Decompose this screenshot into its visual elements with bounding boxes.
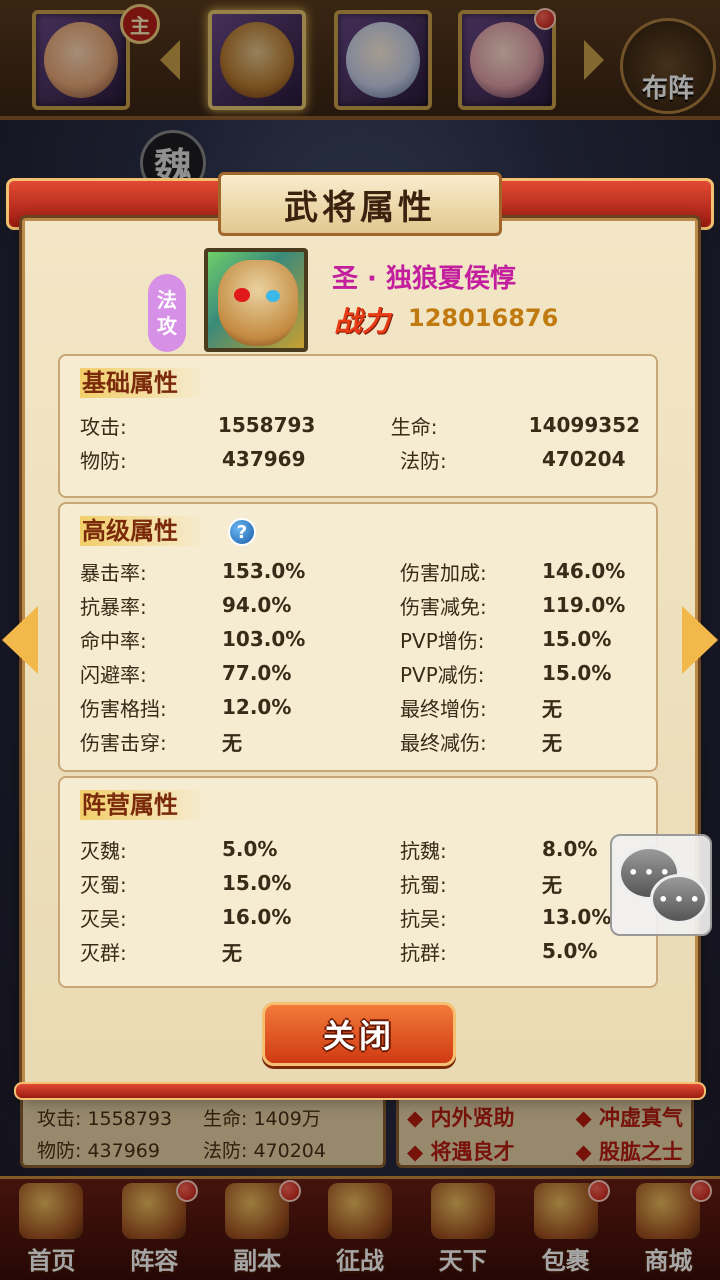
section-title: 基础属性 — [80, 368, 206, 398]
stat-value: 437969 — [222, 447, 306, 471]
stat-label: 灭群: — [80, 940, 127, 965]
stat-label: 伤害格挡: — [80, 696, 167, 721]
type-char: 法 — [157, 288, 177, 312]
stat-label: 灭吴: — [80, 906, 127, 931]
panel-footer-bar — [14, 1082, 706, 1100]
stat-label: PVP增伤: — [400, 628, 485, 653]
stat-label: 闪避率: — [80, 662, 147, 687]
stat-label: PVP减伤: — [400, 662, 485, 687]
stat-label: 抗蜀: — [400, 872, 447, 897]
stat-value: 15.0% — [542, 627, 612, 651]
stat-row: 暴击率: 153.0% 伤害加成: 146.0% — [80, 554, 640, 588]
hero-eye — [266, 290, 280, 302]
stat-value: 无 — [222, 940, 242, 965]
stat-value: 12.0% — [222, 695, 292, 719]
close-button[interactable]: 关闭 — [262, 1002, 456, 1066]
stat-grid: 攻击: 1558793 生命: 14099352 物防: 437969 法防: … — [80, 408, 640, 476]
stat-label: 伤害减免: — [400, 594, 487, 619]
next-hero-arrow-icon[interactable] — [682, 606, 718, 674]
stat-value: 无 — [542, 696, 562, 721]
stat-row: 物防: 437969 法防: 470204 — [80, 442, 640, 476]
stat-value: 15.0% — [222, 871, 292, 895]
stat-label: 生命: — [390, 414, 438, 439]
stat-label: 最终减伤: — [400, 730, 487, 755]
stat-row: 伤害格挡: 12.0% 最终增伤: 无 — [80, 690, 640, 724]
stat-grid: 灭魏: 5.0% 抗魏: 8.0% 灭蜀: 15.0% 抗蜀: 无 灭吴: 16… — [80, 832, 640, 968]
hero-eye — [234, 288, 250, 302]
advanced-attributes-section: 高级属性 ? 暴击率: 153.0% 伤害加成: 146.0% 抗暴率: 94.… — [58, 502, 658, 772]
stat-label: 命中率: — [80, 628, 147, 653]
stat-row: 伤害击穿: 无 最终减伤: 无 — [80, 724, 640, 758]
stat-label: 灭蜀: — [80, 872, 127, 897]
chat-icon: • • • — [650, 874, 708, 924]
stat-row: 灭吴: 16.0% 抗吴: 13.0% — [80, 900, 640, 934]
stat-value: 5.0% — [542, 939, 598, 963]
stat-value: 无 — [542, 730, 562, 755]
stat-row: 闪避率: 77.0% PVP减伤: 15.0% — [80, 656, 640, 690]
basic-attributes-section: 基础属性 攻击: 1558793 生命: 14099352 物防: 437969… — [58, 354, 658, 498]
power-value: 128016876 — [408, 304, 559, 332]
type-char: 攻 — [157, 314, 177, 338]
stat-value: 16.0% — [222, 905, 292, 929]
section-title: 阵营属性 — [80, 790, 206, 820]
stat-value: 470204 — [542, 447, 626, 471]
stat-value: 103.0% — [222, 627, 306, 651]
attack-type-badge: 法 攻 — [148, 274, 186, 352]
stat-label: 最终增伤: — [400, 696, 487, 721]
stat-row: 命中率: 103.0% PVP增伤: 15.0% — [80, 622, 640, 656]
stat-label: 攻击: — [80, 414, 127, 439]
stat-label: 抗群: — [400, 940, 447, 965]
stat-value: 94.0% — [222, 593, 292, 617]
stat-label: 抗吴: — [400, 906, 447, 931]
stat-value: 15.0% — [542, 661, 612, 685]
stat-value: 8.0% — [542, 837, 598, 861]
power-label: 战力 — [334, 305, 391, 338]
section-title: 高级属性 — [80, 516, 206, 546]
panel-title: 武将属性 — [218, 172, 502, 236]
stat-value: 13.0% — [542, 905, 612, 929]
stat-row: 灭魏: 5.0% 抗魏: 8.0% — [80, 832, 640, 866]
stat-grid: 暴击率: 153.0% 伤害加成: 146.0% 抗暴率: 94.0% 伤害减免… — [80, 554, 640, 758]
stat-value: 77.0% — [222, 661, 292, 685]
stat-value: 5.0% — [222, 837, 278, 861]
stat-label: 伤害加成: — [400, 560, 487, 585]
stat-label: 抗暴率: — [80, 594, 147, 619]
stat-label: 暴击率: — [80, 560, 147, 585]
stat-row: 灭蜀: 15.0% 抗蜀: 无 — [80, 866, 640, 900]
stat-value: 119.0% — [542, 593, 626, 617]
stat-label: 抗魏: — [400, 838, 447, 863]
stat-label: 物防: — [80, 448, 127, 473]
stat-value: 无 — [542, 872, 562, 897]
stat-label: 伤害击穿: — [80, 730, 167, 755]
prev-hero-arrow-icon[interactable] — [2, 606, 38, 674]
stat-value: 1558793 — [217, 413, 316, 437]
faction-attributes-section: 阵营属性 灭魏: 5.0% 抗魏: 8.0% 灭蜀: 15.0% 抗蜀: 无 灭… — [58, 776, 658, 988]
hero-portrait — [204, 248, 308, 352]
stat-value: 14099352 — [528, 413, 640, 437]
stat-label: 法防: — [400, 448, 447, 473]
stat-value: 146.0% — [542, 559, 626, 583]
chat-dots: • • • — [658, 889, 700, 909]
stat-value: 153.0% — [222, 559, 306, 583]
stat-row: 抗暴率: 94.0% 伤害减免: 119.0% — [80, 588, 640, 622]
stat-label: 灭魏: — [80, 838, 127, 863]
help-icon[interactable]: ? — [228, 518, 256, 546]
stat-row: 灭群: 无 抗群: 5.0% — [80, 934, 640, 968]
hero-name: 圣 · 独狼夏侯惇 — [332, 264, 516, 294]
hero-mask — [218, 260, 298, 346]
stat-value: 无 — [222, 730, 242, 755]
stat-row: 攻击: 1558793 生命: 14099352 — [80, 408, 640, 442]
chat-button[interactable]: • • • • • • — [610, 834, 712, 936]
